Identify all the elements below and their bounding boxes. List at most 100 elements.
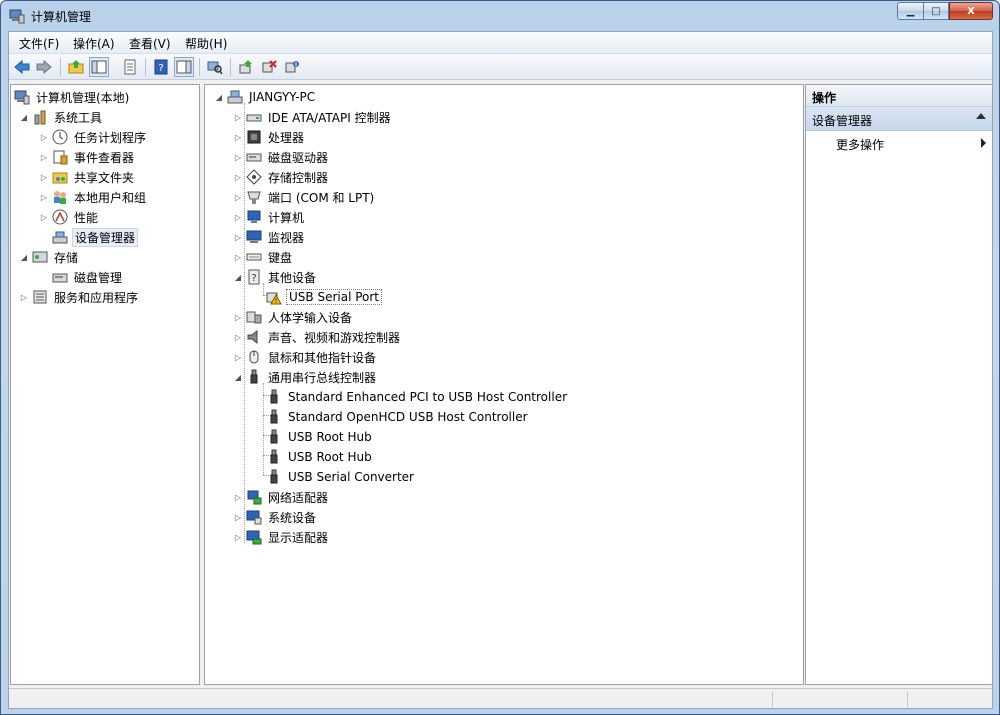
show-action-pane-icon[interactable] bbox=[174, 57, 194, 77]
usb-icon bbox=[266, 429, 282, 445]
uninstall-icon[interactable] bbox=[259, 57, 279, 77]
category-monitors[interactable]: ▷ 监视器 bbox=[233, 227, 306, 247]
tree-item-device-manager[interactable]: 设备管理器 bbox=[52, 227, 139, 247]
expand-icon[interactable]: ▷ bbox=[233, 352, 243, 362]
expand-icon[interactable]: ▷ bbox=[233, 332, 243, 342]
clock-icon bbox=[52, 129, 68, 145]
usb-icon bbox=[266, 449, 282, 465]
collapse-icon[interactable]: ◢ bbox=[19, 112, 29, 122]
show-tree-icon[interactable] bbox=[89, 57, 109, 77]
menu-help[interactable]: 帮助(H) bbox=[185, 35, 227, 52]
tree-item-performance[interactable]: ▷ 性能 bbox=[39, 207, 100, 227]
storage-controller-icon bbox=[246, 169, 262, 185]
monitor-computer-icon bbox=[246, 209, 262, 225]
help-icon[interactable]: ? bbox=[151, 57, 171, 77]
expand-icon[interactable]: ▷ bbox=[233, 312, 243, 322]
category-mice[interactable]: ▷ 鼠标和其他指针设备 bbox=[233, 347, 378, 367]
shared-folder-icon bbox=[52, 169, 68, 185]
back-icon[interactable] bbox=[12, 57, 32, 77]
tree-item-storage[interactable]: ◢ 存储 bbox=[19, 247, 80, 267]
category-system-devices[interactable]: ▷ 系统设备 bbox=[233, 507, 318, 527]
tree-item-disk-management[interactable]: 磁盘管理 bbox=[52, 267, 124, 287]
tree-label: IDE ATA/ATAPI 控制器 bbox=[268, 110, 391, 125]
tree-item-local-users[interactable]: ▷ 本地用户和组 bbox=[39, 187, 148, 207]
category-other-devices[interactable]: ◢ ? 其他设备 bbox=[233, 267, 318, 287]
tree-item-shared-folders[interactable]: ▷ 共享文件夹 bbox=[39, 167, 136, 187]
category-processor[interactable]: ▷ 处理器 bbox=[233, 127, 306, 147]
update-driver-icon[interactable] bbox=[236, 57, 256, 77]
tree-item-event-viewer[interactable]: ▷ 事件查看器 bbox=[39, 147, 136, 167]
expand-icon[interactable]: ▷ bbox=[39, 192, 49, 202]
expand-icon[interactable]: ▷ bbox=[233, 152, 243, 162]
category-storage-controllers[interactable]: ▷ 存储控制器 bbox=[233, 167, 330, 187]
category-sound[interactable]: ▷ 声音、视频和游戏控制器 bbox=[233, 327, 402, 347]
expand-icon[interactable]: ▷ bbox=[233, 532, 243, 542]
expand-icon[interactable]: ▷ bbox=[19, 292, 29, 302]
category-hid[interactable]: ▷ 人体学输入设备 bbox=[233, 307, 354, 327]
minimize-button[interactable]: ▁ bbox=[897, 2, 923, 20]
expand-icon[interactable]: ▷ bbox=[39, 132, 49, 142]
network-adapter-icon bbox=[246, 489, 262, 505]
expand-icon[interactable]: ▷ bbox=[39, 152, 49, 162]
category-usb-controllers[interactable]: ◢ 通用串行总线控制器 bbox=[233, 367, 378, 387]
expand-icon[interactable]: ▷ bbox=[233, 172, 243, 182]
disk-icon bbox=[52, 269, 68, 285]
tree-label: 其他设备 bbox=[268, 270, 317, 285]
tree-label: JIANGYY-PC bbox=[249, 90, 316, 104]
device-usb-serial-port[interactable]: ! USB Serial Port bbox=[266, 287, 383, 307]
device-usb-root-hub-2[interactable]: USB Root Hub bbox=[266, 447, 374, 467]
device-tree-root[interactable]: ◢ JIANGYY-PC bbox=[214, 87, 317, 107]
expand-icon[interactable]: ▷ bbox=[233, 192, 243, 202]
expand-icon[interactable]: ▷ bbox=[233, 212, 243, 222]
status-segment bbox=[907, 691, 908, 707]
actions-group-device-manager[interactable]: 设备管理器 bbox=[806, 107, 992, 131]
services-icon bbox=[32, 289, 48, 305]
collapse-up-icon[interactable] bbox=[976, 113, 986, 119]
tree-item-system-tools[interactable]: ◢ 系统工具 bbox=[19, 107, 104, 127]
category-computer[interactable]: ▷ 计算机 bbox=[233, 207, 306, 227]
tree-item-services[interactable]: ▷ 服务和应用程序 bbox=[19, 287, 140, 307]
device-usb-root-hub-1[interactable]: USB Root Hub bbox=[266, 427, 374, 447]
category-ide[interactable]: ▷ IDE ATA/ATAPI 控制器 bbox=[233, 107, 393, 127]
port-icon bbox=[246, 189, 262, 205]
title-bar[interactable]: 计算机管理 ▁ □ X bbox=[1, 1, 999, 31]
export-list-icon[interactable] bbox=[120, 57, 140, 77]
expand-icon[interactable]: ▷ bbox=[233, 112, 243, 122]
menu-action[interactable]: 操作(A) bbox=[73, 35, 115, 52]
collapse-icon[interactable]: ◢ bbox=[19, 252, 29, 262]
menu-file[interactable]: 文件(F) bbox=[19, 35, 59, 52]
expand-icon[interactable]: ▷ bbox=[39, 172, 49, 182]
computer-management-icon bbox=[9, 8, 25, 24]
collapse-icon[interactable]: ◢ bbox=[214, 92, 224, 102]
maximize-button[interactable]: □ bbox=[923, 2, 949, 20]
expand-icon[interactable]: ▷ bbox=[39, 212, 49, 222]
expand-icon[interactable]: ▷ bbox=[233, 232, 243, 242]
category-network-adapters[interactable]: ▷ 网络适配器 bbox=[233, 487, 330, 507]
expand-icon[interactable]: ▷ bbox=[233, 132, 243, 142]
tree-item-task-scheduler[interactable]: ▷ 任务计划程序 bbox=[39, 127, 148, 147]
category-keyboards[interactable]: ▷ 键盘 bbox=[233, 247, 294, 267]
category-ports[interactable]: ▷ 端口 (COM 和 LPT) bbox=[233, 187, 376, 207]
collapse-icon[interactable]: ◢ bbox=[233, 372, 243, 382]
close-button[interactable]: X bbox=[949, 2, 993, 20]
disable-icon[interactable] bbox=[282, 57, 302, 77]
menu-view[interactable]: 查看(V) bbox=[129, 35, 171, 52]
forward-icon[interactable] bbox=[34, 57, 54, 77]
device-usb-ehci[interactable]: Standard Enhanced PCI to USB Host Contro… bbox=[266, 387, 569, 407]
collapse-icon[interactable]: ◢ bbox=[233, 272, 243, 282]
speaker-icon bbox=[246, 329, 262, 345]
tree-item-computer-management[interactable]: 计算机管理(本地) bbox=[14, 87, 131, 107]
up-folder-icon[interactable] bbox=[66, 57, 86, 77]
tree-label: USB Root Hub bbox=[288, 450, 372, 464]
window-title: 计算机管理 bbox=[31, 10, 92, 24]
device-usb-serial-converter[interactable]: USB Serial Converter bbox=[266, 467, 416, 487]
category-disk-drives[interactable]: ▷ 磁盘驱动器 bbox=[233, 147, 330, 167]
scan-hardware-icon[interactable] bbox=[205, 57, 225, 77]
expand-icon[interactable]: ▷ bbox=[233, 492, 243, 502]
expand-icon[interactable]: ▷ bbox=[233, 252, 243, 262]
expand-icon[interactable]: ▷ bbox=[233, 512, 243, 522]
category-display-adapters[interactable]: ▷ 显示适配器 bbox=[233, 527, 330, 547]
device-usb-ohci[interactable]: Standard OpenHCD USB Host Controller bbox=[266, 407, 530, 427]
tree-label: 人体学输入设备 bbox=[268, 310, 353, 325]
more-actions-item[interactable]: 更多操作 bbox=[806, 131, 992, 153]
